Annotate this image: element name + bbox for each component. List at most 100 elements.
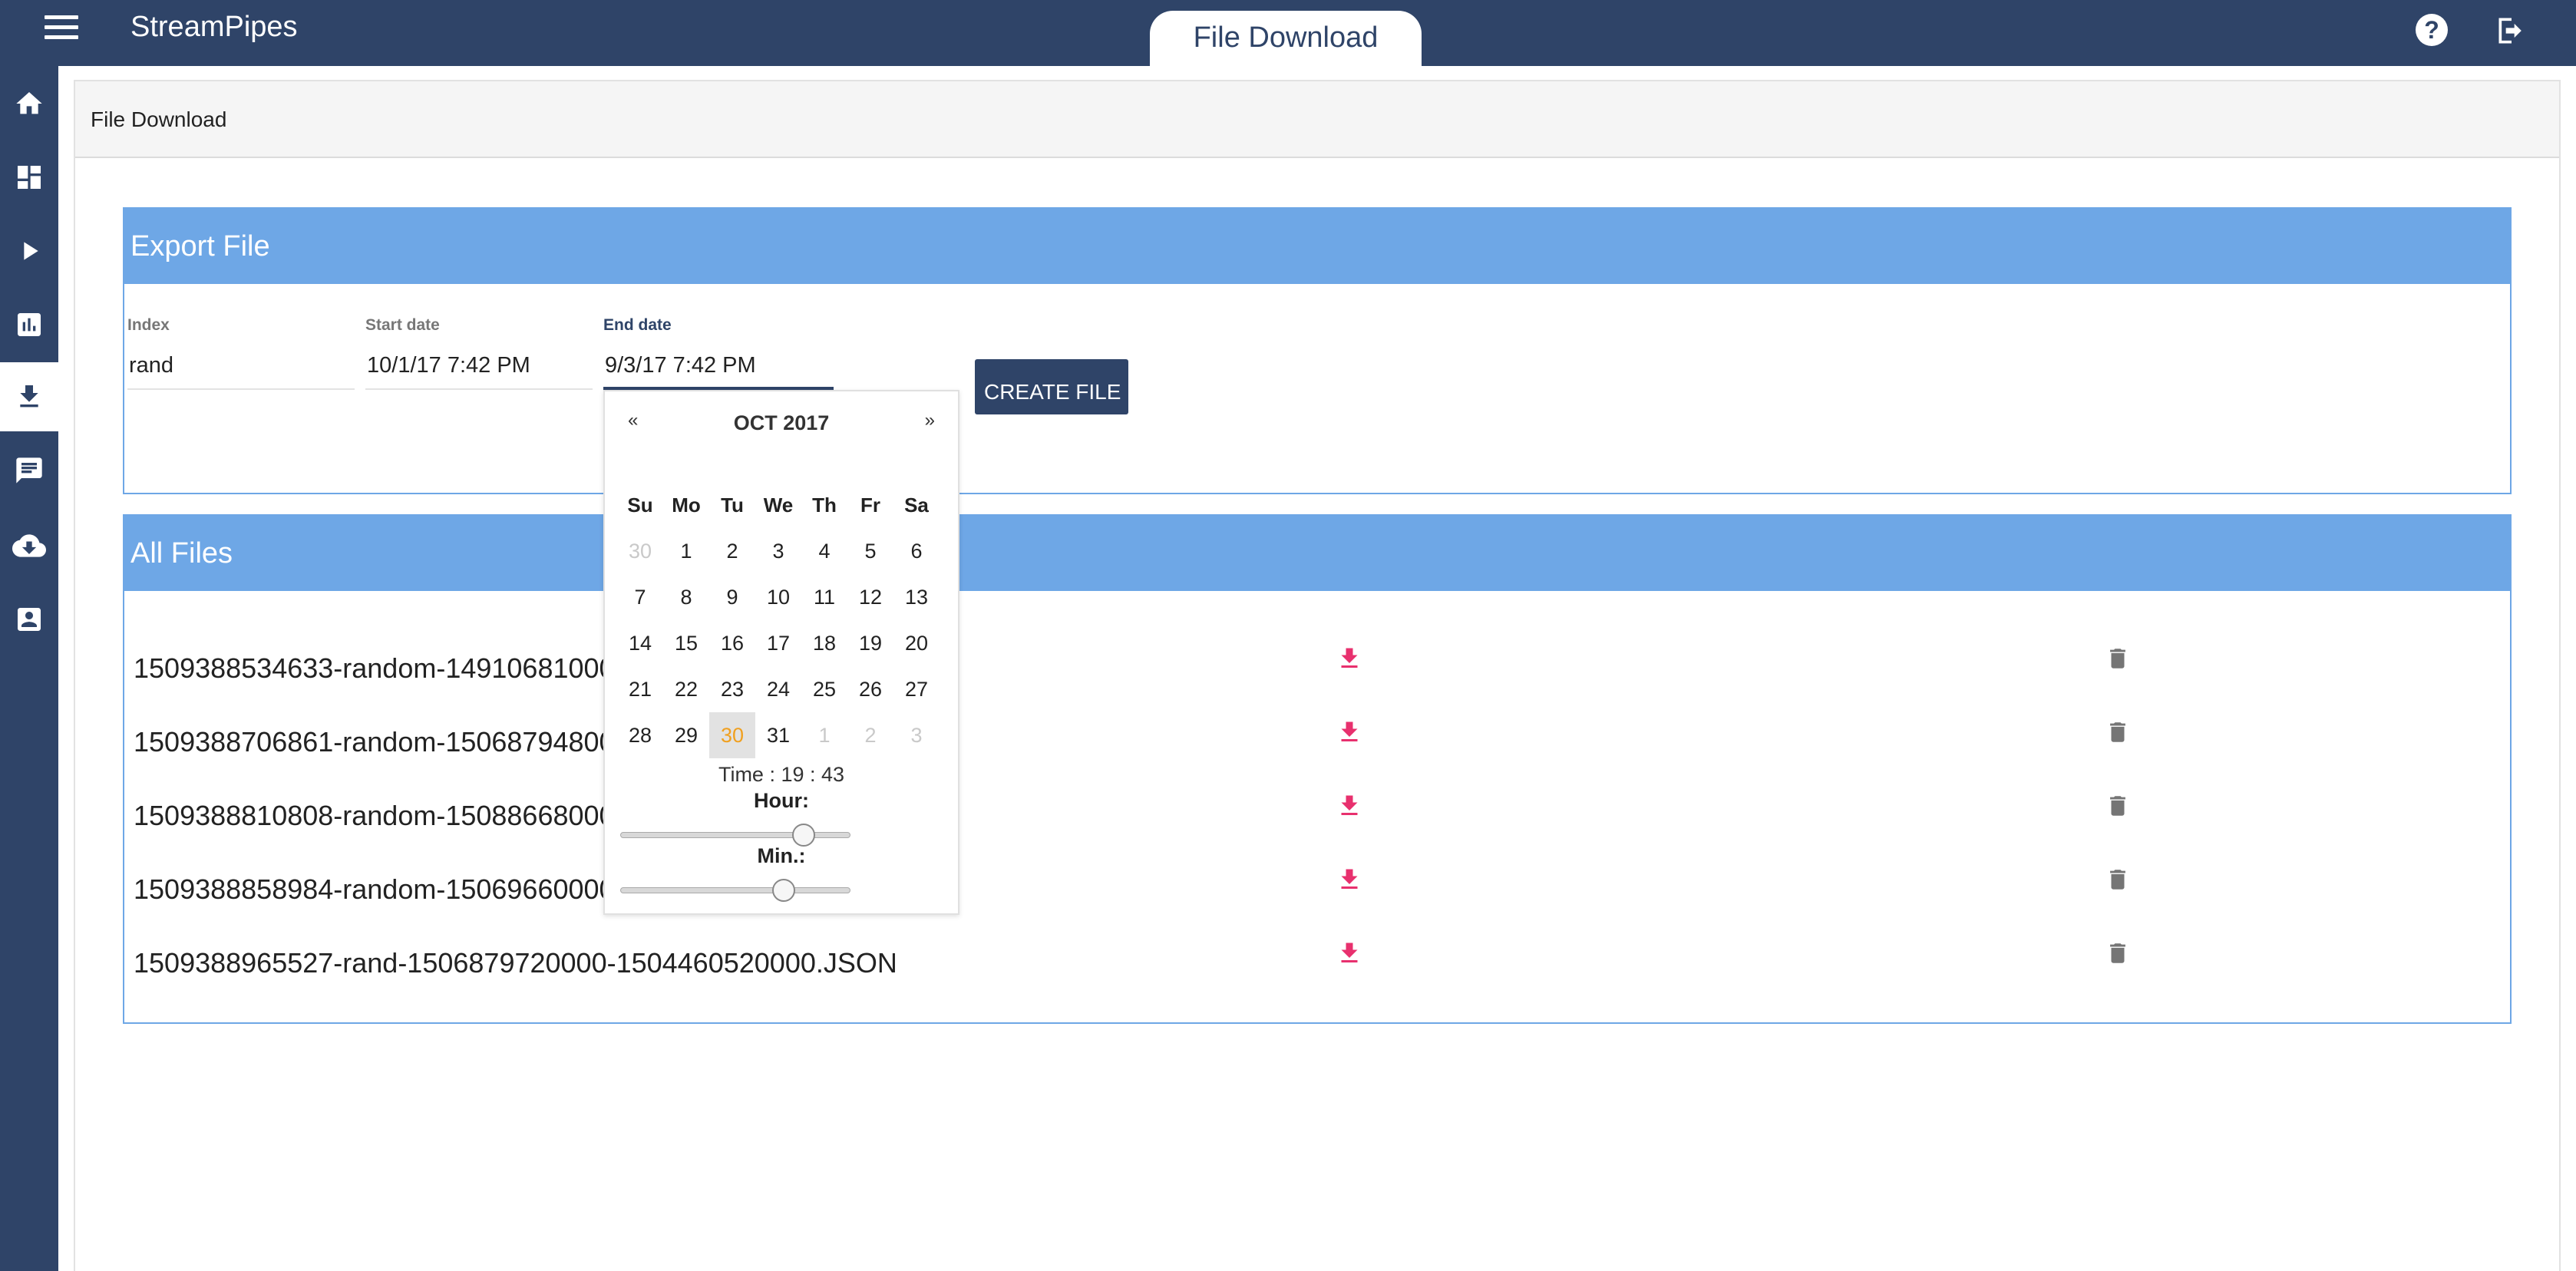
- hour-slider-thumb[interactable]: [792, 824, 816, 847]
- trash-icon[interactable]: [2105, 643, 2131, 674]
- day-cell[interactable]: 30: [617, 528, 663, 574]
- main-content: File Download Export File Index rand Sta…: [74, 80, 2561, 1271]
- index-input[interactable]: rand: [127, 353, 355, 390]
- day-cell[interactable]: 19: [847, 620, 893, 666]
- sidebar-item-pipelines[interactable]: [0, 216, 58, 286]
- end-date-label: End date: [603, 316, 672, 334]
- day-cell[interactable]: 9: [709, 574, 755, 620]
- week-row: 28 29 30 31 1 2 3: [617, 712, 949, 758]
- download-icon[interactable]: [1336, 717, 1363, 748]
- day-cell[interactable]: 23: [709, 666, 755, 712]
- day-cell[interactable]: 2: [709, 528, 755, 574]
- sidebar-item-marketplace[interactable]: [0, 511, 58, 580]
- day-cell[interactable]: 16: [709, 620, 755, 666]
- datepicker-popup: « OCT 2017 » Su Mo Tu We Th Fr Sa 30 1 2…: [603, 390, 959, 915]
- day-cell[interactable]: 28: [617, 712, 663, 758]
- sidebar-item-info[interactable]: [0, 585, 58, 654]
- datepicker-calendar: Su Mo Tu We Th Fr Sa 30 1 2 3 4 5 6 7 8 …: [617, 482, 949, 758]
- trash-icon[interactable]: [2105, 864, 2131, 895]
- breadcrumb-bar: File Download: [75, 81, 2559, 158]
- hour-slider[interactable]: [620, 824, 850, 847]
- end-date-field[interactable]: End date 9/3/17 7:42 PM: [603, 316, 834, 390]
- day-cell[interactable]: 5: [847, 528, 893, 574]
- day-cell[interactable]: 31: [755, 712, 801, 758]
- file-name: 1509388706861-random-15068794800: [134, 726, 615, 758]
- day-cell[interactable]: 11: [801, 574, 847, 620]
- end-date-input[interactable]: 9/3/17 7:42 PM: [603, 353, 834, 390]
- weekday-label: Fr: [860, 493, 880, 517]
- sidebar-item-visualizations[interactable]: [0, 290, 58, 359]
- app-title: StreamPipes: [130, 11, 298, 43]
- home-icon: [16, 92, 42, 114]
- file-row: 1509388810808-random-15088668000: [134, 791, 2505, 864]
- day-cell[interactable]: 26: [847, 666, 893, 712]
- index-field[interactable]: Index rand: [127, 316, 355, 390]
- help-icon[interactable]: ?: [2416, 14, 2448, 46]
- day-cell[interactable]: 6: [893, 528, 940, 574]
- day-cell[interactable]: 13: [893, 574, 940, 620]
- tab-file-download[interactable]: File Download: [1150, 11, 1422, 66]
- file-name: 1509388810808-random-15088668000: [134, 800, 615, 831]
- trash-icon[interactable]: [2105, 938, 2131, 969]
- minute-label: Min.:: [757, 844, 806, 867]
- bar-chart-icon: [18, 313, 41, 336]
- file-row: 1509388858984-random-15069660000: [134, 864, 2505, 938]
- create-file-button[interactable]: CREATE FILE: [975, 359, 1128, 414]
- day-cell[interactable]: 15: [663, 620, 709, 666]
- day-cell[interactable]: 27: [893, 666, 940, 712]
- start-date-field[interactable]: Start date 10/1/17 7:42 PM: [365, 316, 593, 390]
- day-cell[interactable]: 1: [663, 528, 709, 574]
- day-cell-today[interactable]: 30: [709, 712, 755, 758]
- minute-slider[interactable]: [620, 879, 850, 902]
- download-icon[interactable]: [1336, 864, 1363, 895]
- download-icon[interactable]: [1336, 938, 1363, 969]
- day-cell[interactable]: 3: [755, 528, 801, 574]
- day-cell[interactable]: 1: [801, 712, 847, 758]
- day-cell[interactable]: 3: [893, 712, 940, 758]
- start-date-input[interactable]: 10/1/17 7:42 PM: [365, 353, 593, 390]
- download-icon[interactable]: [1336, 791, 1363, 821]
- download-icon[interactable]: [1336, 643, 1363, 674]
- sidebar-item-home[interactable]: [0, 69, 58, 138]
- day-cell[interactable]: 24: [755, 666, 801, 712]
- sidebar-item-dashboard[interactable]: [0, 143, 58, 212]
- minute-slider-thumb[interactable]: [771, 879, 795, 902]
- trash-icon[interactable]: [2105, 717, 2131, 748]
- day-cell[interactable]: 22: [663, 666, 709, 712]
- weekday-header-row: Su Mo Tu We Th Fr Sa: [617, 482, 949, 528]
- day-cell[interactable]: 8: [663, 574, 709, 620]
- datepicker-next-button[interactable]: »: [925, 410, 935, 431]
- trash-icon[interactable]: [2105, 791, 2131, 821]
- week-row: 14 15 16 17 18 19 20: [617, 620, 949, 666]
- day-cell[interactable]: 21: [617, 666, 663, 712]
- file-row: 1509388706861-random-15068794800: [134, 717, 2505, 791]
- day-cell[interactable]: 20: [893, 620, 940, 666]
- day-cell[interactable]: 10: [755, 574, 801, 620]
- time-readout: Time : 19 : 43: [718, 763, 845, 786]
- sidebar-item-notifications[interactable]: [0, 436, 58, 505]
- index-label: Index: [127, 316, 170, 334]
- day-cell[interactable]: 12: [847, 574, 893, 620]
- export-file-card: Export File Index rand Start date 10/1/1…: [123, 207, 2512, 494]
- day-cell[interactable]: 25: [801, 666, 847, 712]
- week-row: 30 1 2 3 4 5 6: [617, 528, 949, 574]
- day-cell[interactable]: 2: [847, 712, 893, 758]
- day-cell[interactable]: 14: [617, 620, 663, 666]
- hour-label: Hour:: [754, 789, 809, 812]
- logout-icon[interactable]: [2495, 14, 2528, 48]
- weekday-label: Mo: [672, 493, 701, 517]
- weekday-label: Su: [627, 493, 653, 517]
- file-name: 1509388534633-random-14910681000: [134, 652, 615, 684]
- cloud-download-icon: [12, 534, 46, 557]
- day-cell[interactable]: 29: [663, 712, 709, 758]
- day-cell[interactable]: 18: [801, 620, 847, 666]
- datepicker-month-label[interactable]: OCT 2017: [605, 411, 958, 435]
- sidebar-item-file-download[interactable]: [0, 362, 58, 431]
- weekday-label: Tu: [721, 493, 744, 517]
- day-cell[interactable]: 17: [755, 620, 801, 666]
- play-icon: [24, 242, 38, 260]
- day-cell[interactable]: 7: [617, 574, 663, 620]
- day-cell[interactable]: 4: [801, 528, 847, 574]
- tab-label: File Download: [1193, 21, 1379, 54]
- menu-icon[interactable]: [45, 15, 78, 43]
